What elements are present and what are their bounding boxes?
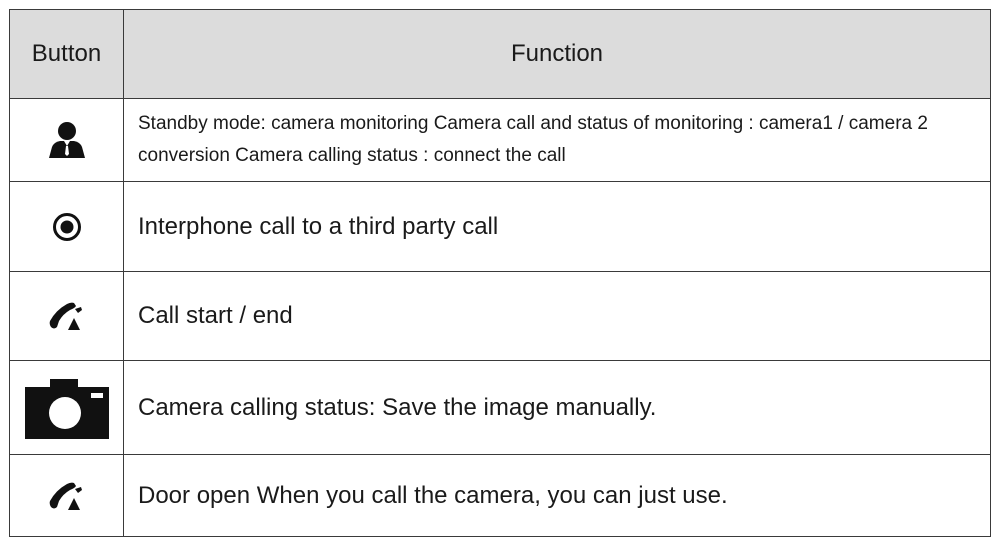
table-row: Door open When you call the camera, you … (9, 454, 991, 537)
button-cell (9, 181, 124, 272)
button-cell (9, 454, 124, 537)
phone-handset-icon (49, 482, 82, 510)
button-cell (9, 271, 124, 361)
function-cell: Interphone call to a third party call (123, 181, 991, 272)
function-cell: Camera calling status: Save the image ma… (123, 360, 991, 455)
person-icon (48, 122, 85, 158)
function-cell: Door open When you call the camera, you … (123, 454, 991, 537)
table-row: Camera calling status: Save the image ma… (9, 360, 991, 455)
table-header-row: Button Function (9, 9, 991, 99)
function-cell: Call start / end (123, 271, 991, 361)
table-row: Standby mode: camera monitoring Camera c… (9, 98, 991, 182)
function-cell: Standby mode: camera monitoring Camera c… (123, 98, 991, 182)
table-row: Interphone call to a third party call (9, 181, 991, 272)
column-header-button: Button (9, 9, 124, 99)
button-cell (9, 98, 124, 182)
camera-icon (24, 378, 109, 439)
table-row: Call start / end (9, 271, 991, 361)
column-header-function: Function (123, 9, 991, 99)
button-function-table: Button Function Standby mode: camera mon… (9, 9, 991, 537)
page: Button Function Standby mode: camera mon… (0, 0, 1000, 557)
button-cell (9, 360, 124, 455)
phone-handset-icon (49, 302, 82, 330)
record-circle-icon (52, 212, 81, 241)
